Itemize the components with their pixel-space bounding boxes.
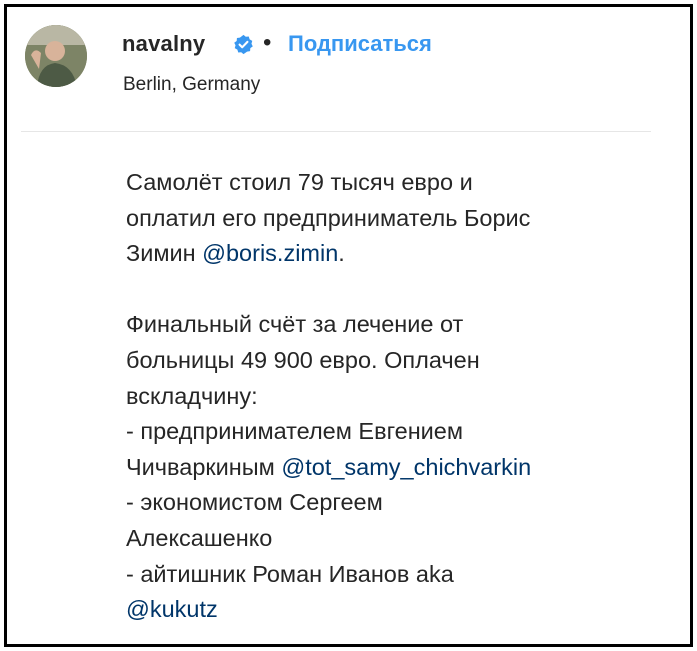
caption-paragraph-1: Самолёт стоил 79 тысяч евро и оплатил ег…	[126, 165, 646, 272]
instagram-post-frame: navalny • Подписаться Berlin, Germany Са…	[4, 4, 693, 647]
verified-badge-icon	[234, 34, 253, 55]
caption-line: - предпринимателем Евгением	[126, 418, 464, 445]
caption-line: Зимин @boris.zimin.	[126, 236, 646, 272]
mention-link-boris-zimin[interactable]: @boris.zimin	[202, 240, 338, 266]
caption-line: Самолёт стоил 79 тысяч евро и	[126, 169, 473, 195]
caption-line: больницы 49 900 евро. Оплачен	[126, 346, 480, 373]
avatar[interactable]	[25, 25, 87, 87]
caption-text: .	[338, 240, 345, 267]
caption-paragraph-2: Финальный счёт за лечение от больницы 49…	[126, 307, 646, 627]
caption-line: - экономистом Сергеем	[126, 489, 383, 516]
caption-line: Алексашенко	[126, 524, 273, 551]
post-caption: Самолёт стоил 79 тысяч евро и оплатил ег…	[126, 165, 646, 628]
caption-text: Чичваркиным	[126, 453, 282, 480]
follow-button[interactable]: Подписаться	[288, 31, 432, 57]
caption-line: Чичваркиным @tot_samy_chichvarkin	[126, 450, 646, 486]
location-link[interactable]: Berlin, Germany	[123, 74, 260, 96]
mention-link-chichvarkin[interactable]: @tot_samy_chichvarkin	[281, 454, 531, 480]
caption-line: вскладчину:	[126, 382, 258, 409]
separator-dot: •	[263, 29, 272, 56]
header-divider	[21, 131, 651, 132]
mention-link-kukutz[interactable]: @kukutz	[126, 592, 646, 628]
caption-line: Финальный счёт за лечение от	[126, 311, 464, 338]
username-link[interactable]: navalny	[122, 31, 205, 57]
caption-line: - айтишник Роман Иванов aka	[126, 560, 454, 587]
post-header: navalny • Подписаться Berlin, Germany	[7, 7, 690, 135]
caption-text: Зимин	[126, 240, 203, 267]
caption-line: оплатил его предприниматель Борис	[126, 204, 531, 231]
